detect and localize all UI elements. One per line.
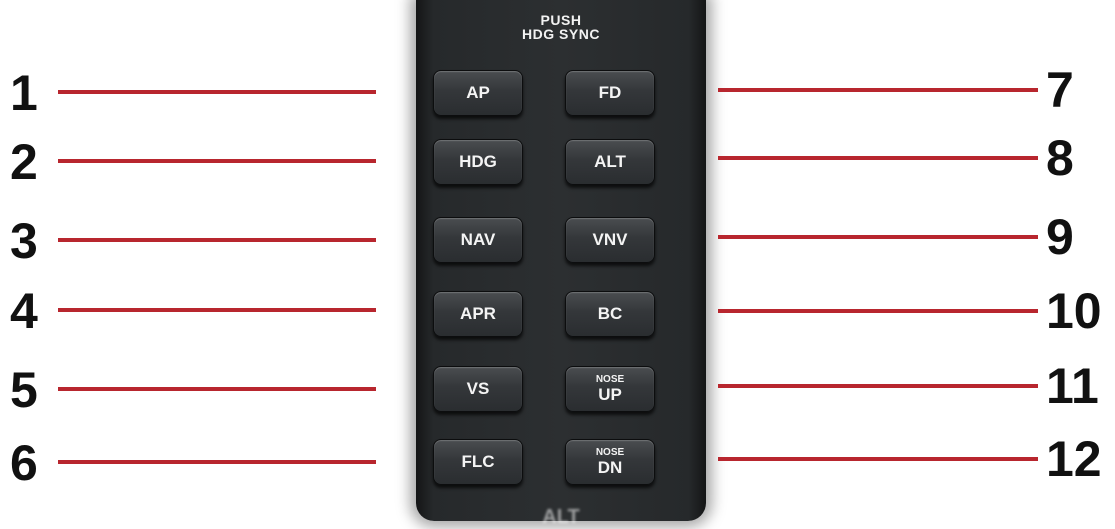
leader-line-7 [718,88,1038,92]
leader-line-4 [58,308,376,312]
nose-dn-button-label-top: NOSE [595,447,625,458]
vs-button-label: VS [466,379,490,398]
apr-button[interactable]: APR [433,291,523,337]
nav-button[interactable]: NAV [433,217,523,263]
nose-up-button[interactable]: NOSE UP [565,366,655,412]
fd-button-label: FD [598,83,622,102]
callout-8: 8 [1046,130,1074,186]
vs-button[interactable]: VS [433,366,523,412]
nose-dn-button[interactable]: NOSE DN [565,439,655,485]
callout-4: 4 [10,283,38,339]
panel-header-push: PUSH [540,12,582,28]
callout-5: 5 [10,362,38,418]
nav-button-label: NAV [460,230,496,249]
fd-button[interactable]: FD [565,70,655,116]
callout-9: 9 [1046,209,1074,265]
leader-line-5 [58,387,376,391]
alt-button-label: ALT [594,152,626,171]
vnv-button-label: VNV [592,230,628,249]
flc-button-label: FLC [461,452,495,471]
nose-up-button-label-bottom: UP [598,385,622,404]
callout-6: 6 [10,435,38,491]
callout-1: 1 [10,65,38,121]
callout-12: 12 [1046,431,1102,487]
ap-button[interactable]: AP [433,70,523,116]
alt-button[interactable]: ALT [565,139,655,185]
leader-line-10 [718,309,1038,313]
nose-dn-button-label-bottom: DN [597,458,623,477]
leader-line-9 [718,235,1038,239]
callout-10: 10 [1046,283,1102,339]
apr-button-label: APR [460,304,496,323]
flc-button[interactable]: FLC [433,439,523,485]
callout-11: 11 [1046,358,1099,414]
leader-line-2 [58,159,376,163]
leader-line-3 [58,238,376,242]
nose-up-button-label-top: NOSE [595,374,625,385]
callout-7: 7 [1046,62,1074,118]
ap-button-label: AP [466,83,490,102]
leader-line-6 [58,460,376,464]
bc-button-label: BC [597,304,623,323]
leader-line-1 [58,90,376,94]
hdg-button-label: HDG [459,152,497,171]
leader-line-11 [718,384,1038,388]
leader-line-12 [718,457,1038,461]
callout-2: 2 [10,134,38,190]
hdg-button[interactable]: HDG [433,139,523,185]
callout-3: 3 [10,213,38,269]
leader-line-8 [718,156,1038,160]
panel-footer-alt-label: ALT [542,506,580,528]
panel-header-hdg-sync: HDG SYNC [522,26,600,42]
bc-button[interactable]: BC [565,291,655,337]
vnv-button[interactable]: VNV [565,217,655,263]
